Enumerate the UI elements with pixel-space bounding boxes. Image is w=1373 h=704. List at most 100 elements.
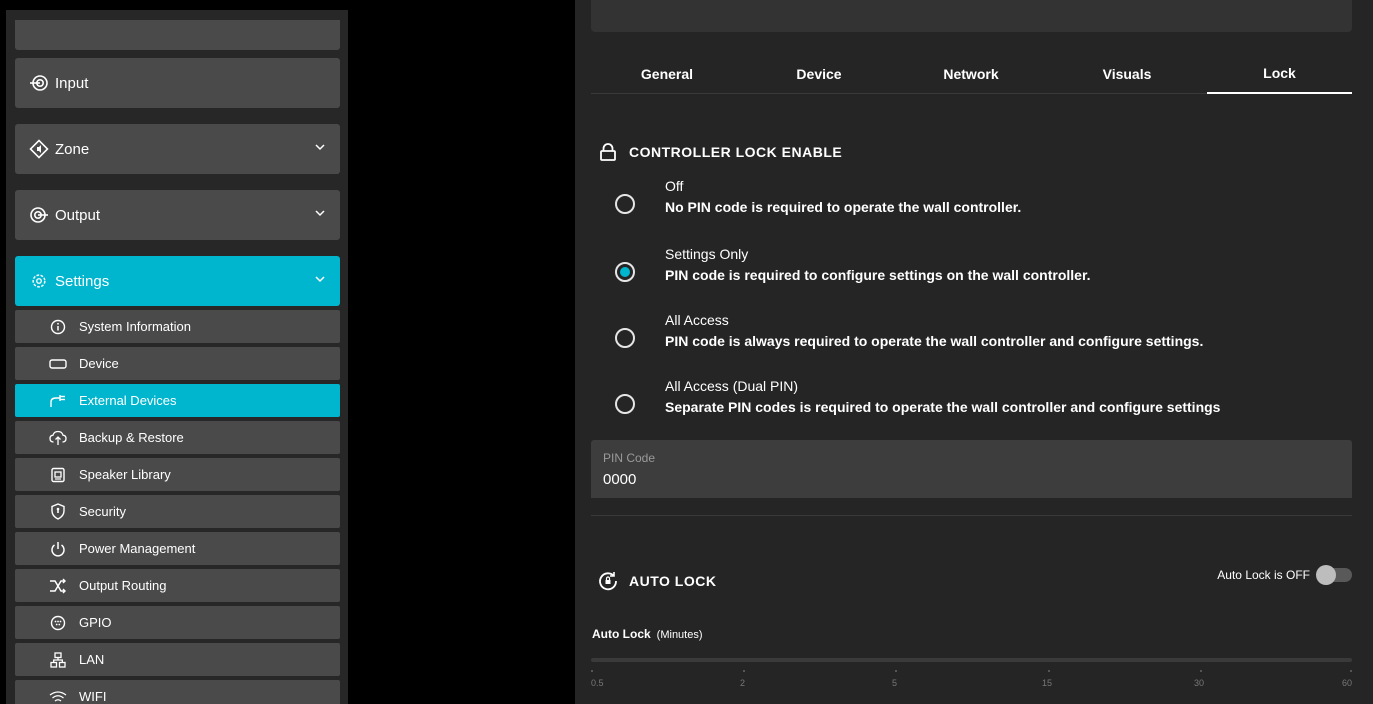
sidebar-subitem-label: Speaker Library [79, 467, 171, 482]
toggle-knob [1316, 565, 1336, 585]
tab-bar: General Device Network Visuals Lock [591, 54, 1352, 94]
sidebar-subitem-backup-restore[interactable]: Backup & Restore [15, 421, 340, 454]
sidebar-subitem-label: Device [79, 356, 119, 371]
power-icon [49, 540, 67, 558]
sidebar-subitem-device[interactable]: Device [15, 347, 340, 380]
auto-lock-toggle-group: Auto Lock is OFF [1217, 565, 1352, 585]
tab-general[interactable]: General [591, 54, 743, 94]
top-bar [591, 0, 1352, 32]
tab-network[interactable]: Network [895, 54, 1047, 94]
radio-button[interactable] [615, 394, 635, 414]
routing-icon [49, 577, 67, 595]
sidebar-item-label: Input [55, 74, 89, 92]
wifi-icon [49, 688, 67, 704]
slider-tick-mark [1200, 670, 1202, 672]
sidebar-subitem-lan[interactable]: LAN [15, 643, 340, 676]
slider-tick-mark [591, 670, 593, 672]
chevron-down-icon [315, 276, 325, 283]
slider-tick-mark [1350, 670, 1352, 672]
auto-lock-heading: AUTO LOCK [597, 570, 716, 592]
sidebar-subitem-label: Security [79, 504, 126, 519]
sidebar-item-zone[interactable]: Zone [15, 124, 340, 174]
gpio-icon [49, 614, 67, 632]
lock-icon [597, 141, 619, 163]
pin-code-field[interactable]: PIN Code 0000 [591, 440, 1352, 498]
option-description: Separate PIN codes is required to operat… [665, 399, 1221, 415]
lock-option-settings-only[interactable]: Settings Only PIN code is required to co… [615, 246, 1335, 290]
slider-tick-label: 30 [1194, 678, 1205, 688]
pin-code-label: PIN Code [603, 451, 656, 465]
slider-units: (Minutes) [656, 629, 703, 641]
sidebar-subitem-label: System Information [79, 319, 191, 334]
backup-icon [49, 429, 67, 447]
sidebar-item-settings[interactable]: Settings [15, 256, 340, 306]
tab-device[interactable]: Device [743, 54, 895, 94]
chevron-down-icon [315, 144, 325, 151]
option-description: PIN code is always required to operate t… [665, 333, 1204, 349]
sidebar-subitem-label: GPIO [79, 615, 112, 630]
chevron-down-icon [315, 210, 325, 217]
slider-tick-mark [895, 670, 897, 672]
sidebar-subitem-label: External Devices [79, 393, 177, 408]
option-title: All Access (Dual PIN) [665, 378, 799, 394]
sidebar-subitem-label: Backup & Restore [79, 430, 184, 445]
sidebar-subitem-gpio[interactable]: GPIO [15, 606, 340, 639]
lock-option-off[interactable]: Off No PIN code is required to operate t… [615, 178, 1335, 222]
option-title: Off [665, 178, 684, 194]
slider-tick-mark [743, 670, 745, 672]
shield-icon [49, 503, 67, 521]
output-icon [29, 205, 49, 225]
sidebar-subitem-label: LAN [79, 652, 105, 667]
sidebar-subitem-system-information[interactable]: System Information [15, 310, 340, 343]
sidebar-item-label: Output [55, 206, 101, 224]
sidebar: Input Zone Output Settings System Inform… [6, 10, 348, 704]
auto-lock-slider-label: Auto Lock (Minutes) [592, 627, 703, 641]
option-title: All Access [665, 312, 729, 328]
external-devices-icon [49, 392, 67, 410]
speaker-icon [49, 466, 67, 484]
slider-tick-label: 60 [1342, 678, 1353, 688]
auto-lock-icon [597, 570, 619, 592]
sidebar-subitem-label: WIFI [79, 689, 107, 704]
radio-button[interactable] [615, 328, 635, 348]
sidebar-subitem-speaker-library[interactable]: Speaker Library [15, 458, 340, 491]
sidebar-subitem-label: Output Routing [79, 578, 167, 593]
pin-code-value[interactable]: 0000 [603, 471, 636, 488]
slider-tick-label: 5 [892, 678, 898, 688]
slider-tick-mark [1048, 670, 1050, 672]
info-icon [49, 318, 67, 336]
auto-lock-title: AUTO LOCK [629, 573, 717, 589]
sidebar-subitem-label: Power Management [79, 541, 196, 556]
option-title: Settings Only [665, 246, 749, 262]
lock-option-all-access-dual-pin[interactable]: All Access (Dual PIN) Separate PIN codes… [615, 378, 1335, 422]
controller-lock-title: CONTROLLER LOCK ENABLE [629, 144, 843, 160]
gear-icon [29, 271, 49, 291]
sidebar-subitem-external-devices[interactable]: External Devices [15, 384, 340, 417]
controller-lock-heading: CONTROLLER LOCK ENABLE [597, 141, 842, 163]
sidebar-item-collapsed[interactable] [15, 20, 340, 50]
lock-option-all-access[interactable]: All Access PIN code is always required t… [615, 312, 1335, 356]
radio-button[interactable] [615, 262, 635, 282]
zone-icon [29, 139, 49, 159]
slider-label: Auto Lock [592, 627, 651, 641]
divider [591, 515, 1352, 516]
slider-tick-label: 15 [1042, 678, 1053, 688]
slider-tick-label: 2 [740, 678, 746, 688]
sidebar-subitem-power-management[interactable]: Power Management [15, 532, 340, 565]
radio-button[interactable] [615, 194, 635, 214]
sidebar-subitem-wifi[interactable]: WIFI [15, 680, 340, 704]
device-icon [49, 355, 67, 373]
option-description: PIN code is required to configure settin… [665, 267, 1091, 283]
sidebar-subitem-output-routing[interactable]: Output Routing [15, 569, 340, 602]
tab-lock[interactable]: Lock [1207, 54, 1352, 94]
auto-lock-toggle[interactable] [1316, 565, 1352, 585]
sidebar-item-label: Settings [55, 272, 110, 290]
sidebar-item-input[interactable]: Input [15, 58, 340, 108]
sidebar-subitem-security[interactable]: Security [15, 495, 340, 528]
slider-tick-label: 0.5 [591, 678, 604, 688]
lan-icon [49, 651, 67, 669]
tab-visuals[interactable]: Visuals [1047, 54, 1207, 94]
option-description: No PIN code is required to operate the w… [665, 199, 1022, 215]
sidebar-item-output[interactable]: Output [15, 190, 340, 240]
auto-lock-slider[interactable] [591, 658, 1352, 662]
